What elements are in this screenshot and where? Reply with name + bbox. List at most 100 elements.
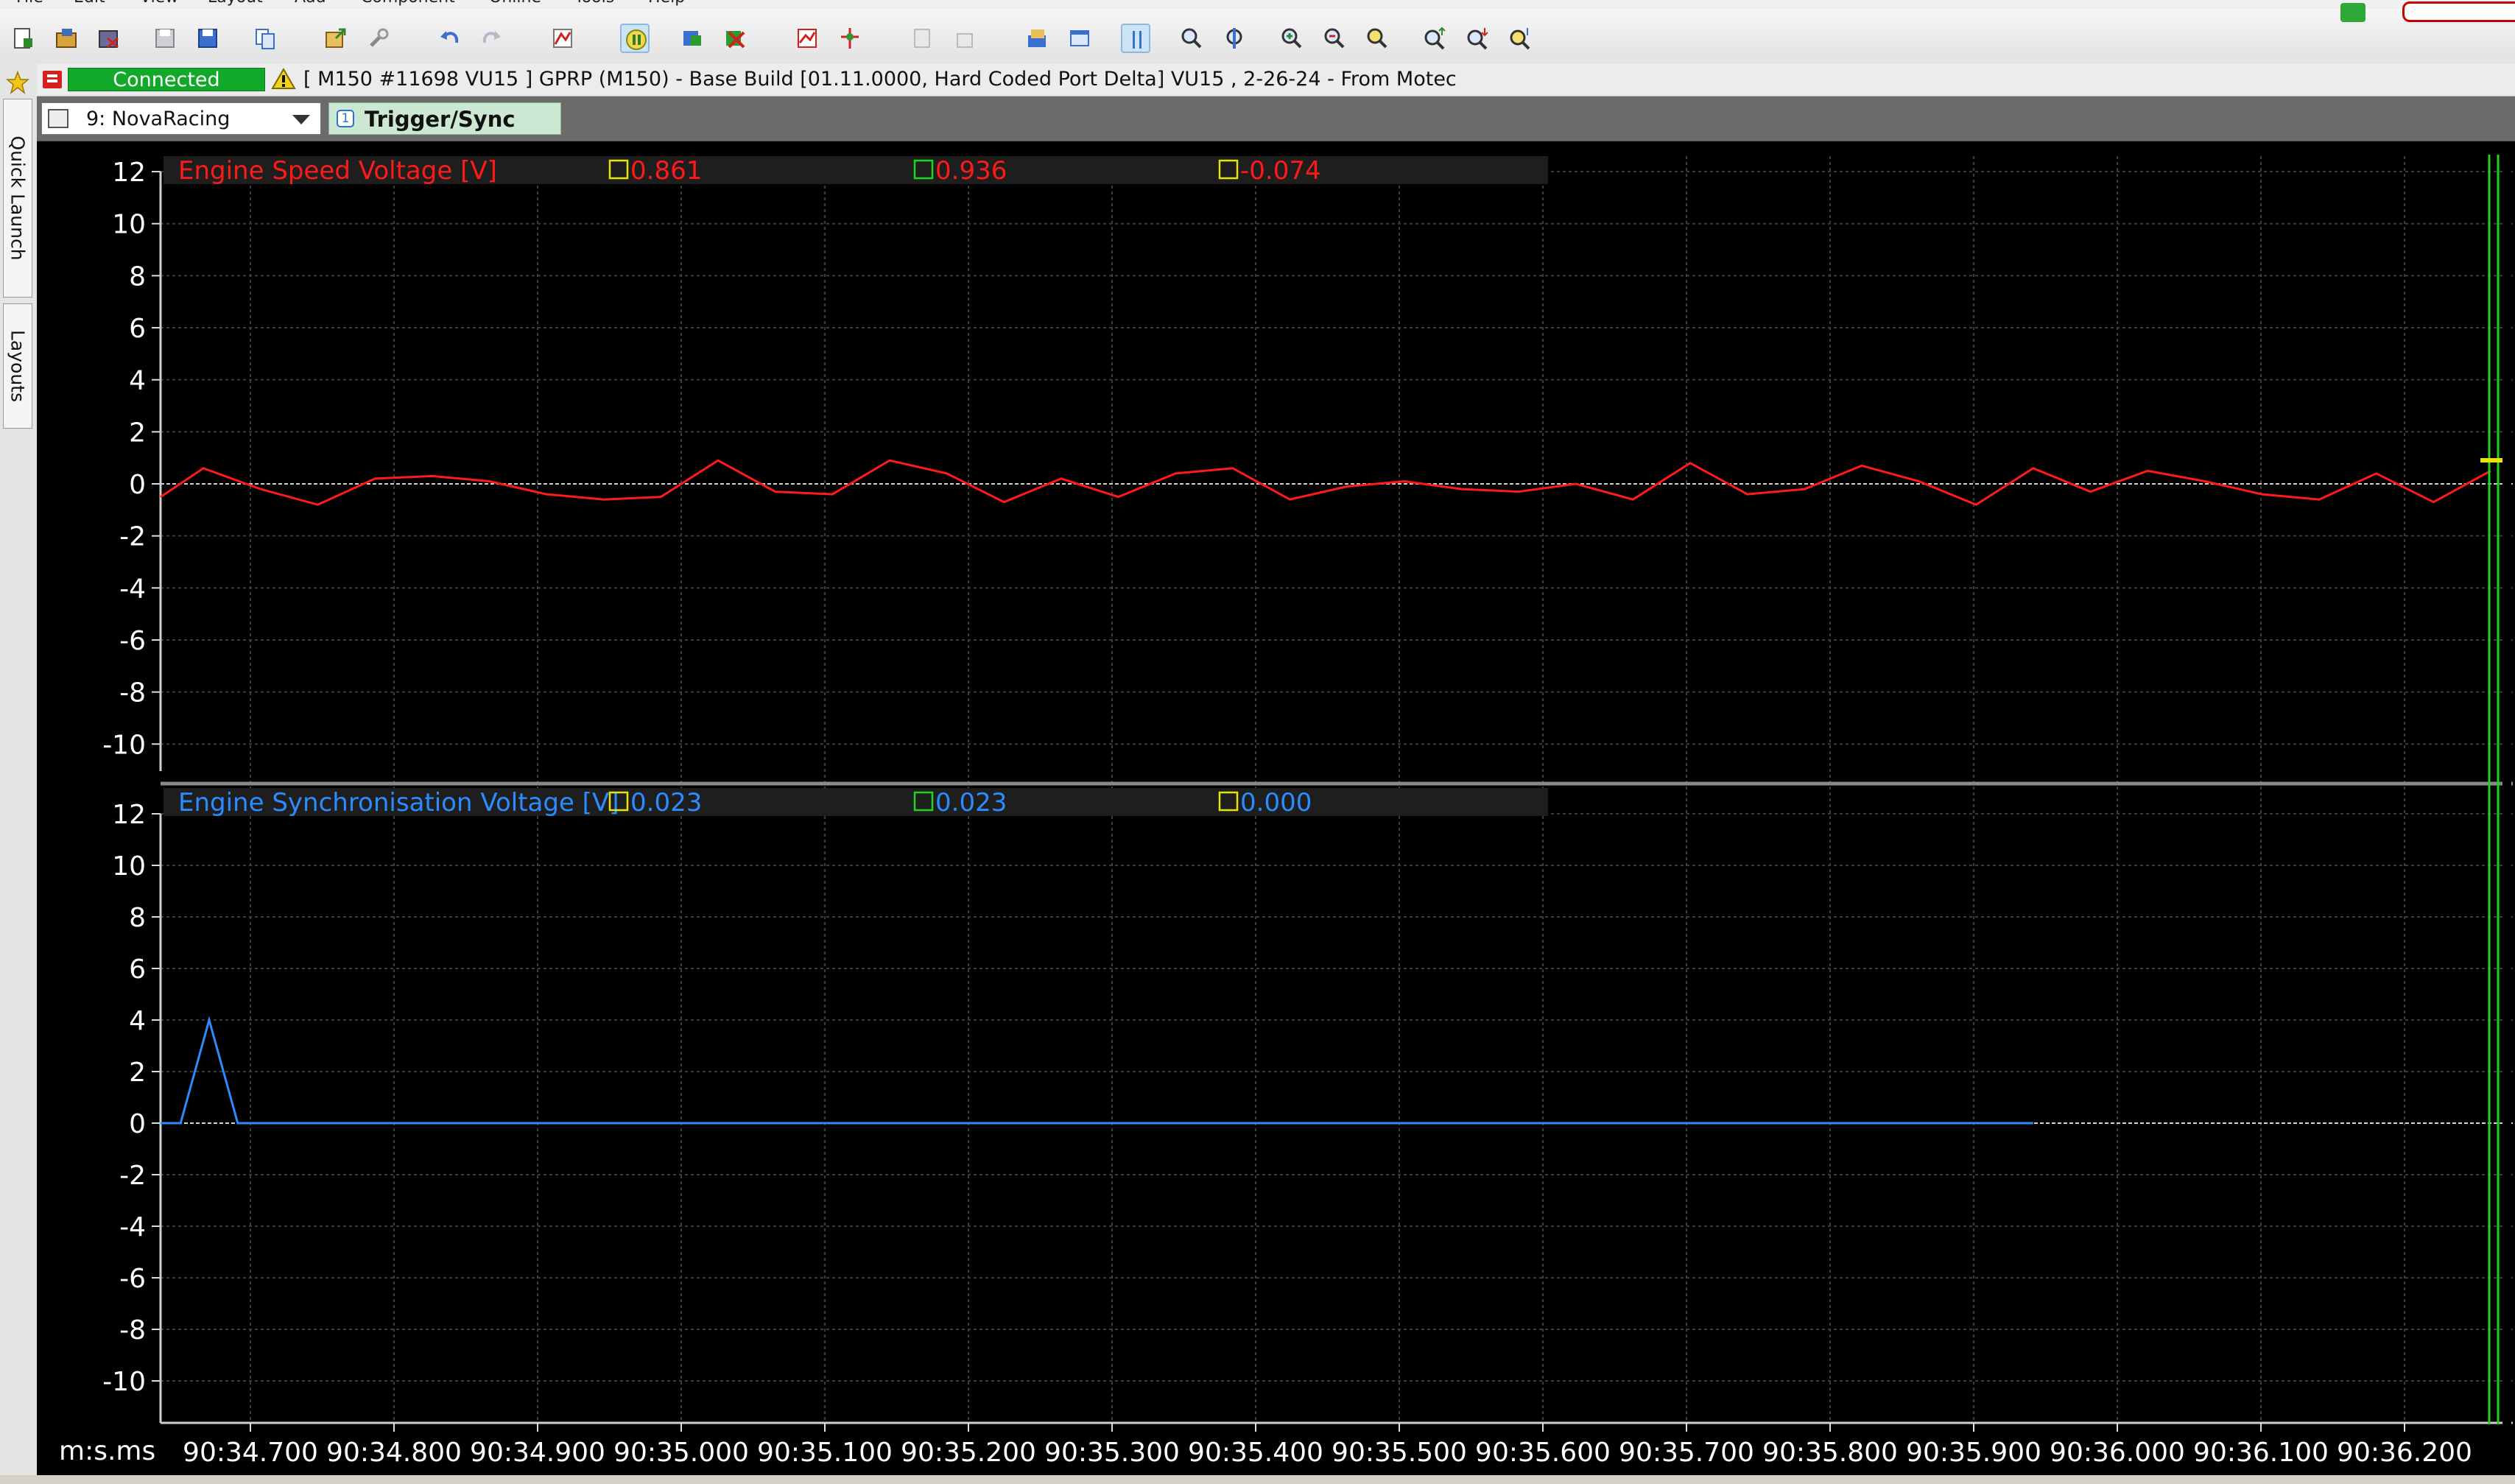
wrench-icon[interactable] (364, 24, 393, 53)
worksheet-number-badge: 1 (337, 110, 354, 127)
y-tick-label: -2 (119, 1161, 146, 1191)
x-tick-label: 90:35.700 (1619, 1438, 1754, 1468)
channel-remove-icon[interactable] (720, 24, 750, 53)
properties-icon[interactable] (1022, 24, 1052, 53)
chart-tool-icon[interactable] (548, 24, 577, 53)
x-tick-label: 90:36.000 (2050, 1438, 2185, 1468)
menu-layout[interactable]: Layout (208, 0, 263, 7)
zoom-in-icon[interactable] (1277, 24, 1306, 53)
y-tick-label: 4 (129, 366, 146, 396)
y-tick-label: 10 (112, 851, 146, 882)
channel-add-icon[interactable] (678, 24, 707, 53)
device-icon (43, 71, 62, 88)
chevron-down-icon[interactable] (292, 115, 310, 124)
zoom-out-icon[interactable] (1320, 24, 1349, 53)
y-tick-label: 8 (129, 261, 146, 292)
tab-trigger-sync[interactable]: 1 Trigger/Sync (328, 102, 561, 135)
worksheet-tab-bar: 9: NovaRacing 1 Trigger/Sync (37, 96, 2515, 142)
online-connect-button[interactable] (2340, 3, 2365, 22)
y-tick-label: -6 (119, 626, 146, 656)
export-icon[interactable] (321, 24, 351, 53)
y-tick-label: 6 (129, 314, 146, 344)
x-tick-label: 90:35.900 (1906, 1438, 2041, 1468)
y-tick-label: -6 (119, 1264, 146, 1294)
cursor-mode-icon[interactable] (1121, 24, 1150, 53)
side-panel: Quick Launch Layouts (0, 63, 38, 1484)
x-tick-label: 90:36.200 (2337, 1438, 2472, 1468)
cursor-delta-value: 0.000 (1240, 788, 1312, 817)
zoom-y-out-icon[interactable] (1463, 24, 1492, 53)
save-as-icon[interactable] (193, 24, 222, 53)
menu-tools[interactable]: Tools (574, 0, 614, 7)
layouts-label: Layouts (7, 329, 29, 403)
y-tick-label: -4 (119, 574, 146, 604)
favorites-star-icon[interactable] (6, 70, 29, 94)
motec-logo (2402, 1, 2515, 22)
y-tick-label: 2 (129, 1058, 146, 1088)
menu-bar: File Edit View Layout Add Component Onli… (0, 0, 2515, 9)
cursor2-value: 0.936 (935, 156, 1007, 186)
open-icon[interactable] (52, 24, 81, 53)
y-tick-label: 12 (112, 158, 146, 188)
y-tick-label: 0 (129, 1109, 146, 1139)
x-tick-label: 90:36.100 (2193, 1438, 2329, 1468)
copy-icon[interactable] (250, 24, 280, 53)
zoom-icon[interactable] (1177, 24, 1206, 53)
y-tick-label: 0 (129, 470, 146, 500)
x-tick-label: 90:34.900 (470, 1438, 605, 1468)
y-tick-label: -8 (119, 678, 146, 708)
menu-file[interactable]: File (16, 0, 43, 7)
x-tick-label: 90:35.200 (901, 1438, 1036, 1468)
x-tick-label: 90:35.300 (1044, 1438, 1180, 1468)
pause-icon[interactable] (620, 24, 650, 53)
redo-icon[interactable] (477, 24, 507, 53)
zoom-y-in-icon[interactable] (1420, 24, 1449, 53)
menu-online[interactable]: Online (489, 0, 541, 7)
workbook-select[interactable]: 9: NovaRacing (41, 102, 321, 135)
bottom-border (0, 1475, 2515, 1484)
connection-details-text: [ M150 #11698 VU15 ] GPRP (M150) - Base … (303, 68, 1457, 91)
new-icon[interactable] (9, 24, 38, 53)
y-tick-label: -10 (102, 1367, 146, 1397)
menu-component[interactable]: Component (361, 0, 455, 7)
menu-add[interactable]: Add (295, 0, 326, 7)
graph-icon[interactable] (792, 24, 822, 53)
toolbar (0, 1, 2515, 64)
y-tick-label: -8 (119, 1315, 146, 1346)
y-tick-label: 12 (112, 800, 146, 830)
page-next-icon[interactable] (950, 24, 979, 53)
quick-launch-tab[interactable]: Quick Launch (3, 99, 32, 298)
engine-speed-voltage-trace (160, 459, 2491, 506)
save-icon[interactable] (150, 24, 180, 53)
menu-view[interactable]: View (140, 0, 178, 7)
scope-chart[interactable]: 12 10 8 6 4 2 0 -2 -4 -6 -8 -10 Engine Speed Voltage… (37, 141, 2515, 1484)
channel-title: Engine Synchronisation Voltage [V] (178, 788, 619, 817)
y-tick-label: 2 (129, 418, 146, 448)
workbook-select-value: 9: NovaRacing (86, 108, 231, 130)
right-gutter (2502, 149, 2511, 1427)
scope-plot-area[interactable]: 12 10 8 6 4 2 0 -2 -4 -6 -8 -10 Engine Speed Voltage… (37, 141, 2515, 1484)
warning-icon[interactable] (271, 68, 296, 90)
connection-status-badge: Connected (68, 68, 265, 91)
menu-edit[interactable]: Edit (74, 0, 105, 7)
window-icon[interactable] (1065, 24, 1094, 53)
x-tick-label: 90:34.800 (326, 1438, 462, 1468)
trigger-icon[interactable] (835, 24, 865, 53)
y-tick-label: 8 (129, 903, 146, 933)
y-tick-label: -2 (119, 522, 146, 552)
zoom-fit-icon[interactable] (1362, 24, 1392, 53)
page-prev-icon[interactable] (907, 24, 937, 53)
cursor2-value: 0.023 (935, 788, 1007, 817)
status-bar: Connected [ M150 #11698 VU15 ] GPRP (M15… (37, 63, 2515, 96)
zoom-y-fit-icon[interactable] (1505, 24, 1535, 53)
close-workspace-icon[interactable] (94, 24, 124, 53)
x-tick-label: 90:35.600 (1475, 1438, 1611, 1468)
x-tick-label: 90:35.800 (1762, 1438, 1898, 1468)
channel-title: Engine Speed Voltage [V] (178, 156, 497, 186)
layouts-tab[interactable]: Layouts (3, 303, 32, 429)
zoom-cursor-icon[interactable] (1220, 24, 1249, 53)
y-tick-label: 10 (112, 210, 146, 240)
y-tick-label: 4 (129, 1006, 146, 1036)
menu-help[interactable]: Help (648, 0, 685, 7)
undo-icon[interactable] (435, 24, 464, 53)
